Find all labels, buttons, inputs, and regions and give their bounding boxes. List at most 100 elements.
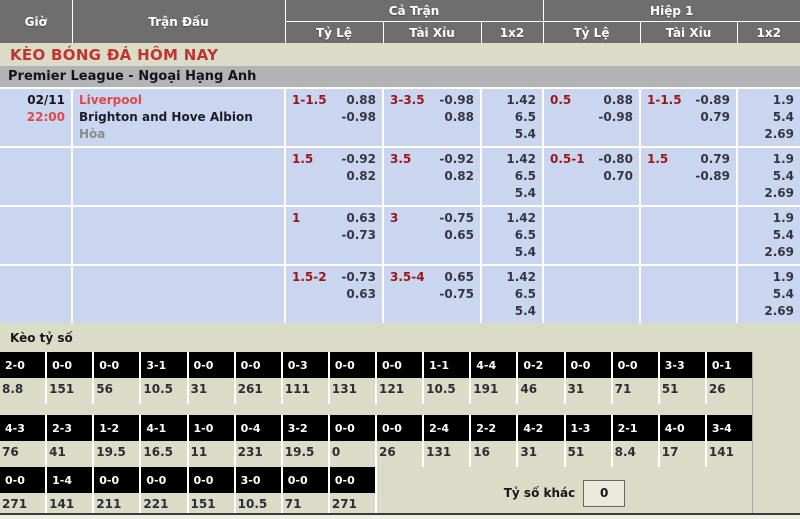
score-box[interactable]: 2-3	[47, 415, 92, 441]
odds-cell-ft-handicap[interactable]: 1.5-2-0.730.63	[285, 265, 383, 323]
score-box[interactable]: 0-2	[518, 352, 563, 378]
odds-value[interactable]: 0.82	[341, 168, 376, 185]
odds-cell-h1-1x2[interactable]: 1.95.42.69	[737, 147, 800, 206]
score-box[interactable]: 1-0	[189, 415, 234, 441]
score-box[interactable]: 0-3	[283, 352, 328, 378]
odds-value[interactable]: 6.5	[488, 168, 536, 185]
odds-value[interactable]: 0.70	[598, 168, 633, 185]
away-team[interactable]: Brighton and Hove Albion	[79, 109, 278, 126]
odds-value[interactable]: 0.63	[341, 286, 376, 303]
odds-cell-ft-overunder[interactable]: 3-3.5-0.980.88	[383, 89, 481, 147]
score-box[interactable]: 4-4	[471, 352, 516, 378]
odds-value[interactable]: 0.88	[439, 109, 474, 126]
odds-value[interactable]: 1.9	[744, 151, 794, 168]
odds-value[interactable]: 5.4	[488, 185, 536, 202]
odds-cell-h1-1x2[interactable]: 1.95.42.69	[737, 89, 800, 147]
odds-value[interactable]: 1.42	[488, 151, 536, 168]
odds-cell-ft-overunder[interactable]: 3.5-40.65-0.75	[383, 265, 481, 323]
odds-value[interactable]: 5.4	[744, 286, 794, 303]
score-box[interactable]: 0-0	[189, 467, 234, 493]
odds-value[interactable]: -0.89	[695, 168, 730, 185]
score-box[interactable]: 0-0	[141, 467, 186, 493]
odds-value[interactable]: 5.4	[488, 244, 536, 261]
odds-cell-h1-handicap[interactable]: 0.5-1-0.800.70	[543, 147, 640, 206]
score-box[interactable]: 4-0	[660, 415, 705, 441]
odds-value[interactable]: 0.65	[439, 227, 474, 244]
odds-cell-ft-handicap[interactable]: 10.63-0.73	[285, 206, 383, 265]
score-box[interactable]: 0-0	[330, 352, 375, 378]
odds-cell-ft-handicap[interactable]: 1-1.50.88-0.98	[285, 89, 383, 147]
odds-value[interactable]: -0.75	[439, 286, 474, 303]
score-box[interactable]: 0-1	[707, 352, 752, 378]
odds-value[interactable]: 0.79	[695, 151, 730, 168]
odds-cell-ft-1x2[interactable]: 1.426.55.4	[481, 89, 543, 147]
score-box[interactable]: 2-1	[613, 415, 658, 441]
score-box[interactable]: 1-3	[566, 415, 611, 441]
score-box[interactable]: 0-0	[330, 415, 375, 441]
score-box[interactable]: 0-0	[566, 352, 611, 378]
odds-value[interactable]: 6.5	[488, 286, 536, 303]
score-box[interactable]: 3-2	[283, 415, 328, 441]
score-box[interactable]: 1-2	[94, 415, 139, 441]
odds-value[interactable]: 0.65	[439, 269, 474, 286]
score-box[interactable]: 1-4	[47, 467, 92, 493]
odds-value[interactable]: 2.69	[744, 126, 794, 143]
score-box[interactable]: 0-0	[613, 352, 658, 378]
odds-value[interactable]: 1.9	[744, 92, 794, 109]
score-box[interactable]: 3-0	[236, 467, 281, 493]
odds-value[interactable]: -0.92	[341, 151, 376, 168]
score-box[interactable]: 3-4	[707, 415, 752, 441]
odds-cell-h1-1x2[interactable]: 1.95.42.69	[737, 206, 800, 265]
odds-value[interactable]: -0.98	[439, 92, 474, 109]
odds-value[interactable]: -0.80	[598, 151, 633, 168]
score-box[interactable]: 0-4	[236, 415, 281, 441]
odds-cell-h1-overunder[interactable]	[640, 206, 737, 265]
score-box[interactable]: 0-0	[0, 467, 45, 493]
odds-value[interactable]: 0.79	[695, 109, 730, 126]
odds-value[interactable]: 1.42	[488, 210, 536, 227]
odds-cell-h1-handicap[interactable]: 0.50.88-0.98	[543, 89, 640, 147]
odds-value[interactable]: -0.73	[341, 227, 376, 244]
odds-value[interactable]: 1.9	[744, 210, 794, 227]
odds-cell-h1-overunder[interactable]: 1.50.79-0.89	[640, 147, 737, 206]
score-box[interactable]: 0-0	[47, 352, 92, 378]
score-box[interactable]: 2-2	[471, 415, 516, 441]
odds-value[interactable]: 5.4	[744, 227, 794, 244]
odds-value[interactable]: -0.89	[695, 92, 730, 109]
odds-cell-ft-overunder[interactable]: 3.5-0.920.82	[383, 147, 481, 206]
odds-value[interactable]: 5.4	[744, 168, 794, 185]
odds-value[interactable]: -0.73	[341, 269, 376, 286]
odds-value[interactable]: 5.4	[744, 109, 794, 126]
odds-value[interactable]: 2.69	[744, 185, 794, 202]
score-box[interactable]: 0-0	[283, 467, 328, 493]
odds-cell-ft-1x2[interactable]: 1.426.55.4	[481, 265, 543, 323]
odds-value[interactable]: -0.98	[598, 109, 633, 126]
odds-value[interactable]: 0.88	[598, 92, 633, 109]
other-score-box[interactable]: 0	[583, 480, 625, 507]
score-box[interactable]: 4-2	[518, 415, 563, 441]
score-box[interactable]: 0-0	[236, 352, 281, 378]
odds-cell-ft-1x2[interactable]: 1.426.55.4	[481, 147, 543, 206]
score-box[interactable]: 4-3	[0, 415, 45, 441]
score-box[interactable]: 4-1	[141, 415, 186, 441]
odds-cell-ft-overunder[interactable]: 3-0.750.65	[383, 206, 481, 265]
odds-value[interactable]: 5.4	[488, 126, 536, 143]
odds-cell-ft-1x2[interactable]: 1.426.55.4	[481, 206, 543, 265]
score-box[interactable]: 3-3	[660, 352, 705, 378]
odds-cell-h1-handicap[interactable]	[543, 265, 640, 323]
odds-value[interactable]: 0.82	[439, 168, 474, 185]
score-box[interactable]: 0-0	[94, 467, 139, 493]
odds-cell-ft-handicap[interactable]: 1.5-0.920.82	[285, 147, 383, 206]
odds-value[interactable]: -0.92	[439, 151, 474, 168]
score-box[interactable]: 2-0	[0, 352, 45, 378]
odds-value[interactable]: -0.98	[341, 109, 376, 126]
score-box[interactable]: 0-0	[94, 352, 139, 378]
odds-cell-h1-overunder[interactable]	[640, 265, 737, 323]
odds-value[interactable]: -0.75	[439, 210, 474, 227]
score-box[interactable]: 3-1	[141, 352, 186, 378]
odds-cell-h1-1x2[interactable]: 1.95.42.69	[737, 265, 800, 323]
odds-value[interactable]: 6.5	[488, 109, 536, 126]
score-box[interactable]: 0-0	[377, 415, 422, 441]
odds-value[interactable]: 2.69	[744, 303, 794, 320]
odds-value[interactable]: 0.63	[341, 210, 376, 227]
